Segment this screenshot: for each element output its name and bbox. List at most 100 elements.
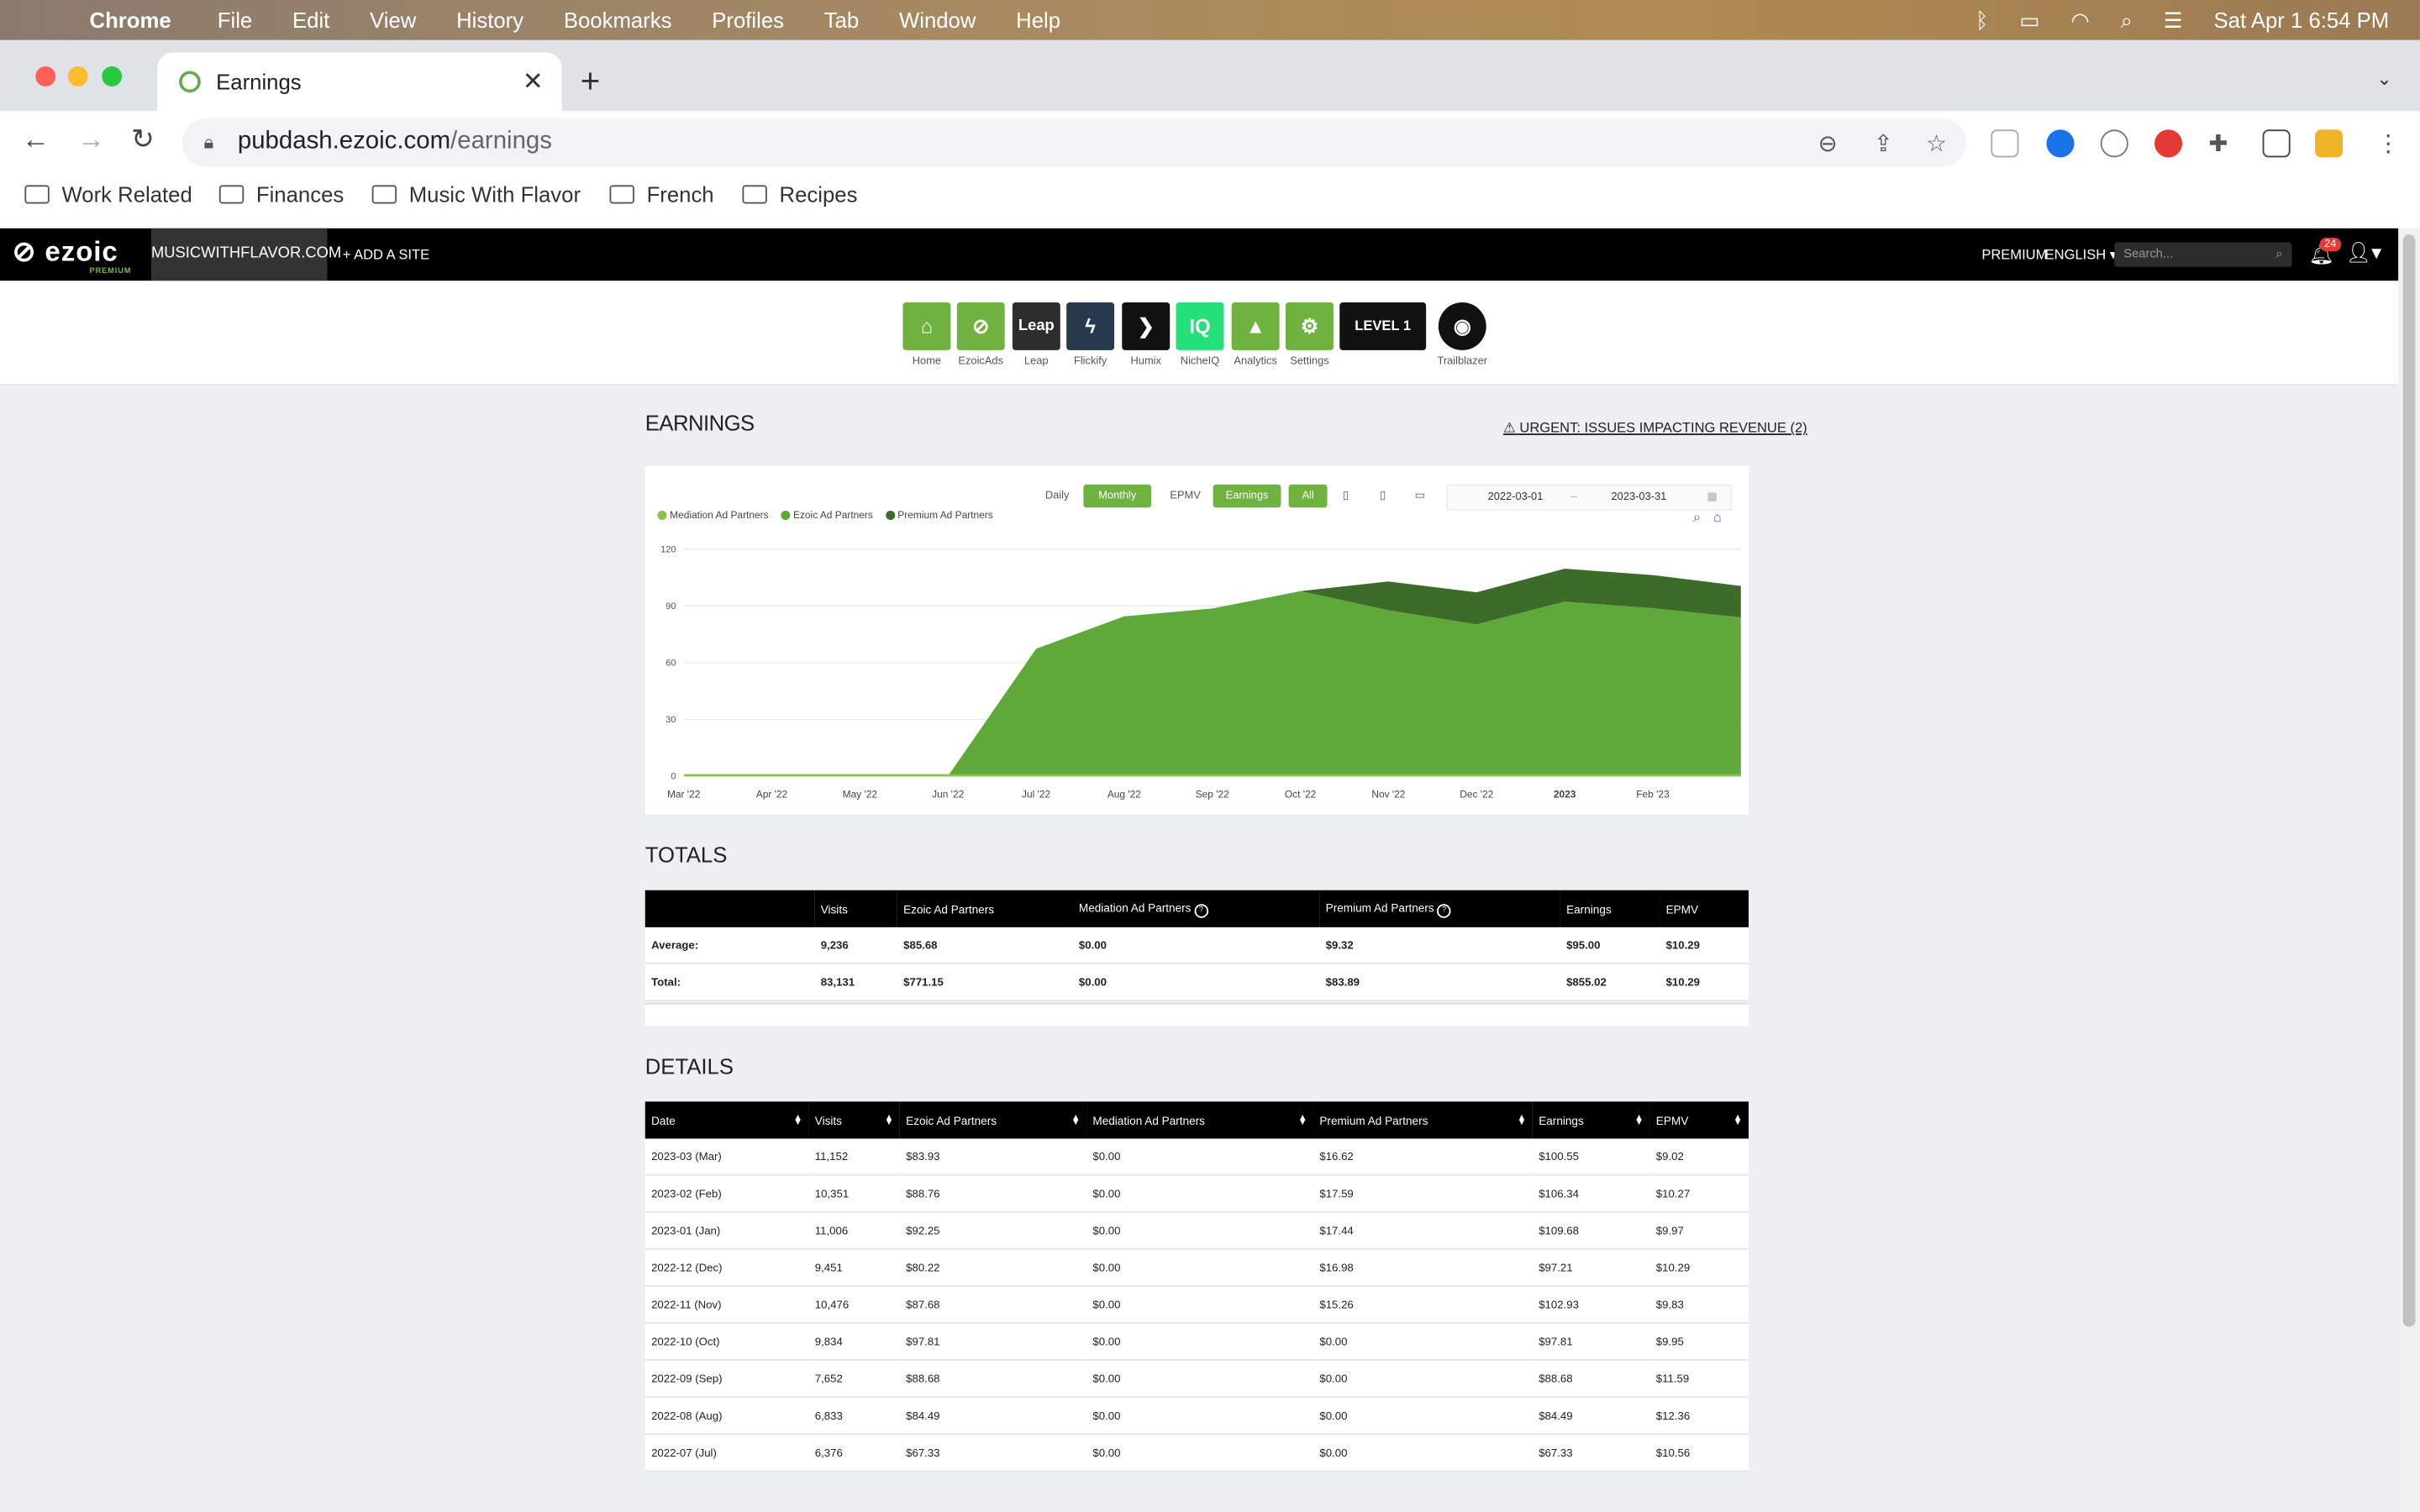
toggle-epmv[interactable]: EPMV bbox=[1164, 485, 1207, 508]
window-zoom-button[interactable] bbox=[102, 66, 123, 87]
menu-file[interactable]: File bbox=[218, 8, 252, 32]
bookmark-finances[interactable]: Finances bbox=[218, 182, 344, 207]
language-dropdown[interactable]: ENGLISH ▾ bbox=[2045, 228, 2117, 281]
earnings-area-chart[interactable]: 0 30 60 90 120 Mar '22 Apr '22 May '22 Jun '22 Ju… bbox=[645, 533, 1749, 811]
sort-icon[interactable]: ▲▼ bbox=[1517, 1113, 1526, 1122]
desktop-device-icon[interactable]: ▭ bbox=[1406, 485, 1434, 508]
app-level-badge[interactable]: LEVEL 1 bbox=[1339, 302, 1427, 356]
legend-item-mediation[interactable]: Mediation Ad Partners bbox=[657, 510, 769, 522]
chart-legend: Mediation Ad Partners Ezoic Ad Partners … bbox=[657, 510, 993, 522]
menu-bookmarks[interactable]: Bookmarks bbox=[564, 8, 672, 32]
column-header[interactable]: EPMV ▲▼ bbox=[1649, 1101, 1749, 1139]
toggle-earnings[interactable]: Earnings bbox=[1213, 484, 1281, 508]
x-tick-label: Feb '23 bbox=[1636, 789, 1670, 801]
area-series-ezoic-ad-partners[interactable] bbox=[683, 591, 1741, 776]
menu-app-name[interactable]: Chrome bbox=[90, 8, 171, 32]
y-tick-label: 60 bbox=[666, 659, 676, 669]
toggle-daily[interactable]: Daily bbox=[1035, 485, 1078, 508]
extension-blue-icon[interactable] bbox=[2046, 129, 2075, 158]
menu-window[interactable]: Window bbox=[899, 8, 976, 32]
table-cell: $97.81 bbox=[899, 1322, 1087, 1361]
bookmark-french[interactable]: French bbox=[609, 182, 714, 207]
tablet-device-icon[interactable]: ▯ bbox=[1370, 485, 1395, 508]
search-icon[interactable]: ⌕ bbox=[2275, 242, 2282, 266]
window-close-button[interactable] bbox=[35, 66, 56, 87]
bookmark-music-with-flavor[interactable]: Music With Flavor bbox=[371, 182, 581, 207]
help-icon[interactable]: ? bbox=[1194, 903, 1208, 917]
reset-zoom-home-icon[interactable]: ⌂ bbox=[1713, 509, 1722, 524]
page-scrollbar[interactable] bbox=[2398, 228, 2420, 1512]
calendar-icon[interactable]: ▦ bbox=[1707, 486, 1717, 510]
sort-icon[interactable]: ▲▼ bbox=[1634, 1113, 1644, 1122]
legend-item-ezoic[interactable]: Ezoic Ad Partners bbox=[781, 510, 873, 522]
settings-icon: ⚙ bbox=[1285, 302, 1334, 350]
help-icon[interactable]: ? bbox=[1437, 903, 1451, 917]
site-selector[interactable]: MUSICWITHFLAVOR.COM bbox=[150, 228, 341, 281]
control-center-icon[interactable]: ☰ bbox=[2164, 7, 2183, 33]
legend-swatch bbox=[781, 510, 791, 520]
menubar-clock[interactable]: Sat Apr 1 6:54 PM bbox=[2214, 8, 2390, 32]
share-icon[interactable]: ⇪ bbox=[1874, 129, 1893, 157]
sort-icon[interactable]: ▲▼ bbox=[1071, 1113, 1081, 1122]
app-settings[interactable]: ⚙ Settings bbox=[1285, 302, 1334, 367]
reload-icon[interactable]: ↻ bbox=[131, 123, 155, 156]
wifi-icon[interactable]: ◠ bbox=[2070, 7, 2089, 33]
menu-history[interactable]: History bbox=[456, 8, 523, 32]
extension-doc-icon[interactable] bbox=[1991, 129, 2019, 158]
sort-icon[interactable]: ▲▼ bbox=[793, 1113, 802, 1122]
window-minimize-button[interactable] bbox=[67, 66, 88, 87]
table-cell: $9.83 bbox=[1649, 1285, 1749, 1324]
extensions-puzzle-icon[interactable]: ✚ bbox=[2208, 129, 2228, 157]
toggle-all-devices[interactable]: All bbox=[1288, 484, 1328, 508]
browser-tab-earnings[interactable]: Earnings ✕ bbox=[157, 52, 562, 112]
user-avatar-icon[interactable]: 👤︎▾ bbox=[2346, 241, 2381, 265]
date-range-picker[interactable]: 2022-03-01 – 2023-03-31 ▦ bbox=[1445, 484, 1732, 511]
side-panel-icon[interactable] bbox=[2262, 129, 2291, 158]
menu-view[interactable]: View bbox=[370, 8, 416, 32]
bookmark-work-related[interactable]: Work Related bbox=[24, 182, 192, 207]
extension-ezoic-icon[interactable] bbox=[2100, 129, 2128, 158]
sort-icon[interactable]: ▲▼ bbox=[1733, 1113, 1743, 1122]
column-header[interactable]: Ezoic Ad Partners ▲▼ bbox=[899, 1101, 1087, 1139]
menu-edit[interactable]: Edit bbox=[292, 8, 329, 32]
totals-table: Visits Ezoic Ad Partners Mediation Ad Part… bbox=[644, 890, 1749, 1002]
add-site-link[interactable]: + ADD A SITE bbox=[343, 228, 429, 281]
column-header[interactable]: Date ▲▼ bbox=[644, 1101, 809, 1139]
sort-icon[interactable]: ▲▼ bbox=[884, 1113, 893, 1122]
column-header[interactable]: Earnings ▲▼ bbox=[1532, 1101, 1650, 1139]
search-input[interactable]: Search... ⌕ bbox=[2114, 242, 2292, 267]
address-bar[interactable]: 🔒︎ pubdash.ezoic.com/earnings bbox=[182, 118, 1966, 167]
app-trailblazer[interactable]: ◉ Trailblazer bbox=[1437, 302, 1487, 367]
sort-icon[interactable]: ▲▼ bbox=[1298, 1113, 1307, 1122]
bluetooth-icon[interactable]: ᛒ bbox=[1975, 8, 1988, 32]
extension-adblock-icon[interactable] bbox=[2154, 129, 2183, 158]
tab-search-chevron-icon[interactable]: ⌄ bbox=[2376, 68, 2391, 90]
extension-orange-icon[interactable] bbox=[2315, 129, 2344, 158]
battery-icon[interactable]: ▭ bbox=[2019, 7, 2039, 33]
toggle-monthly[interactable]: Monthly bbox=[1083, 484, 1152, 508]
scrollbar-thumb[interactable] bbox=[2402, 234, 2416, 1327]
premium-link[interactable]: PREMIUM bbox=[1981, 228, 2047, 281]
chrome-menu-icon[interactable]: ⋮ bbox=[2377, 129, 2401, 157]
column-header[interactable]: Mediation Ad Partners ▲▼ bbox=[1086, 1101, 1314, 1139]
menu-profiles[interactable]: Profiles bbox=[712, 8, 784, 32]
tab-close-icon[interactable]: ✕ bbox=[523, 66, 544, 97]
column-header[interactable]: Premium Ad Partners ▲▼ bbox=[1313, 1101, 1533, 1139]
legend-item-premium[interactable]: Premium Ad Partners bbox=[885, 510, 993, 522]
menu-tab[interactable]: Tab bbox=[824, 8, 859, 32]
spotlight-search-icon[interactable]: ⌕ bbox=[2121, 7, 2133, 33]
flickify-icon: ϟ bbox=[1066, 302, 1115, 350]
urgent-issues-link[interactable]: ⚠ URGENT: ISSUES IMPACTING REVENUE (2) bbox=[1503, 420, 1807, 437]
lock-icon[interactable]: 🔒︎ bbox=[203, 131, 213, 155]
zoom-in-icon[interactable]: ⌕ bbox=[1693, 509, 1701, 526]
menu-help[interactable]: Help bbox=[1016, 8, 1060, 32]
bookmark-recipes[interactable]: Recipes bbox=[742, 182, 857, 207]
ezoic-logo[interactable]: ⊘ ezoic PREMIUM bbox=[13, 236, 131, 276]
forward-icon[interactable]: → bbox=[77, 123, 105, 156]
back-icon[interactable]: ← bbox=[22, 123, 50, 156]
column-header[interactable]: Visits ▲▼ bbox=[808, 1101, 900, 1139]
bookmark-star-icon[interactable]: ☆ bbox=[1926, 129, 1947, 157]
mobile-device-icon[interactable]: ▯ bbox=[1334, 485, 1358, 508]
zoom-icon[interactable]: ⊖ bbox=[1818, 129, 1838, 157]
new-tab-button[interactable]: + bbox=[581, 61, 601, 102]
